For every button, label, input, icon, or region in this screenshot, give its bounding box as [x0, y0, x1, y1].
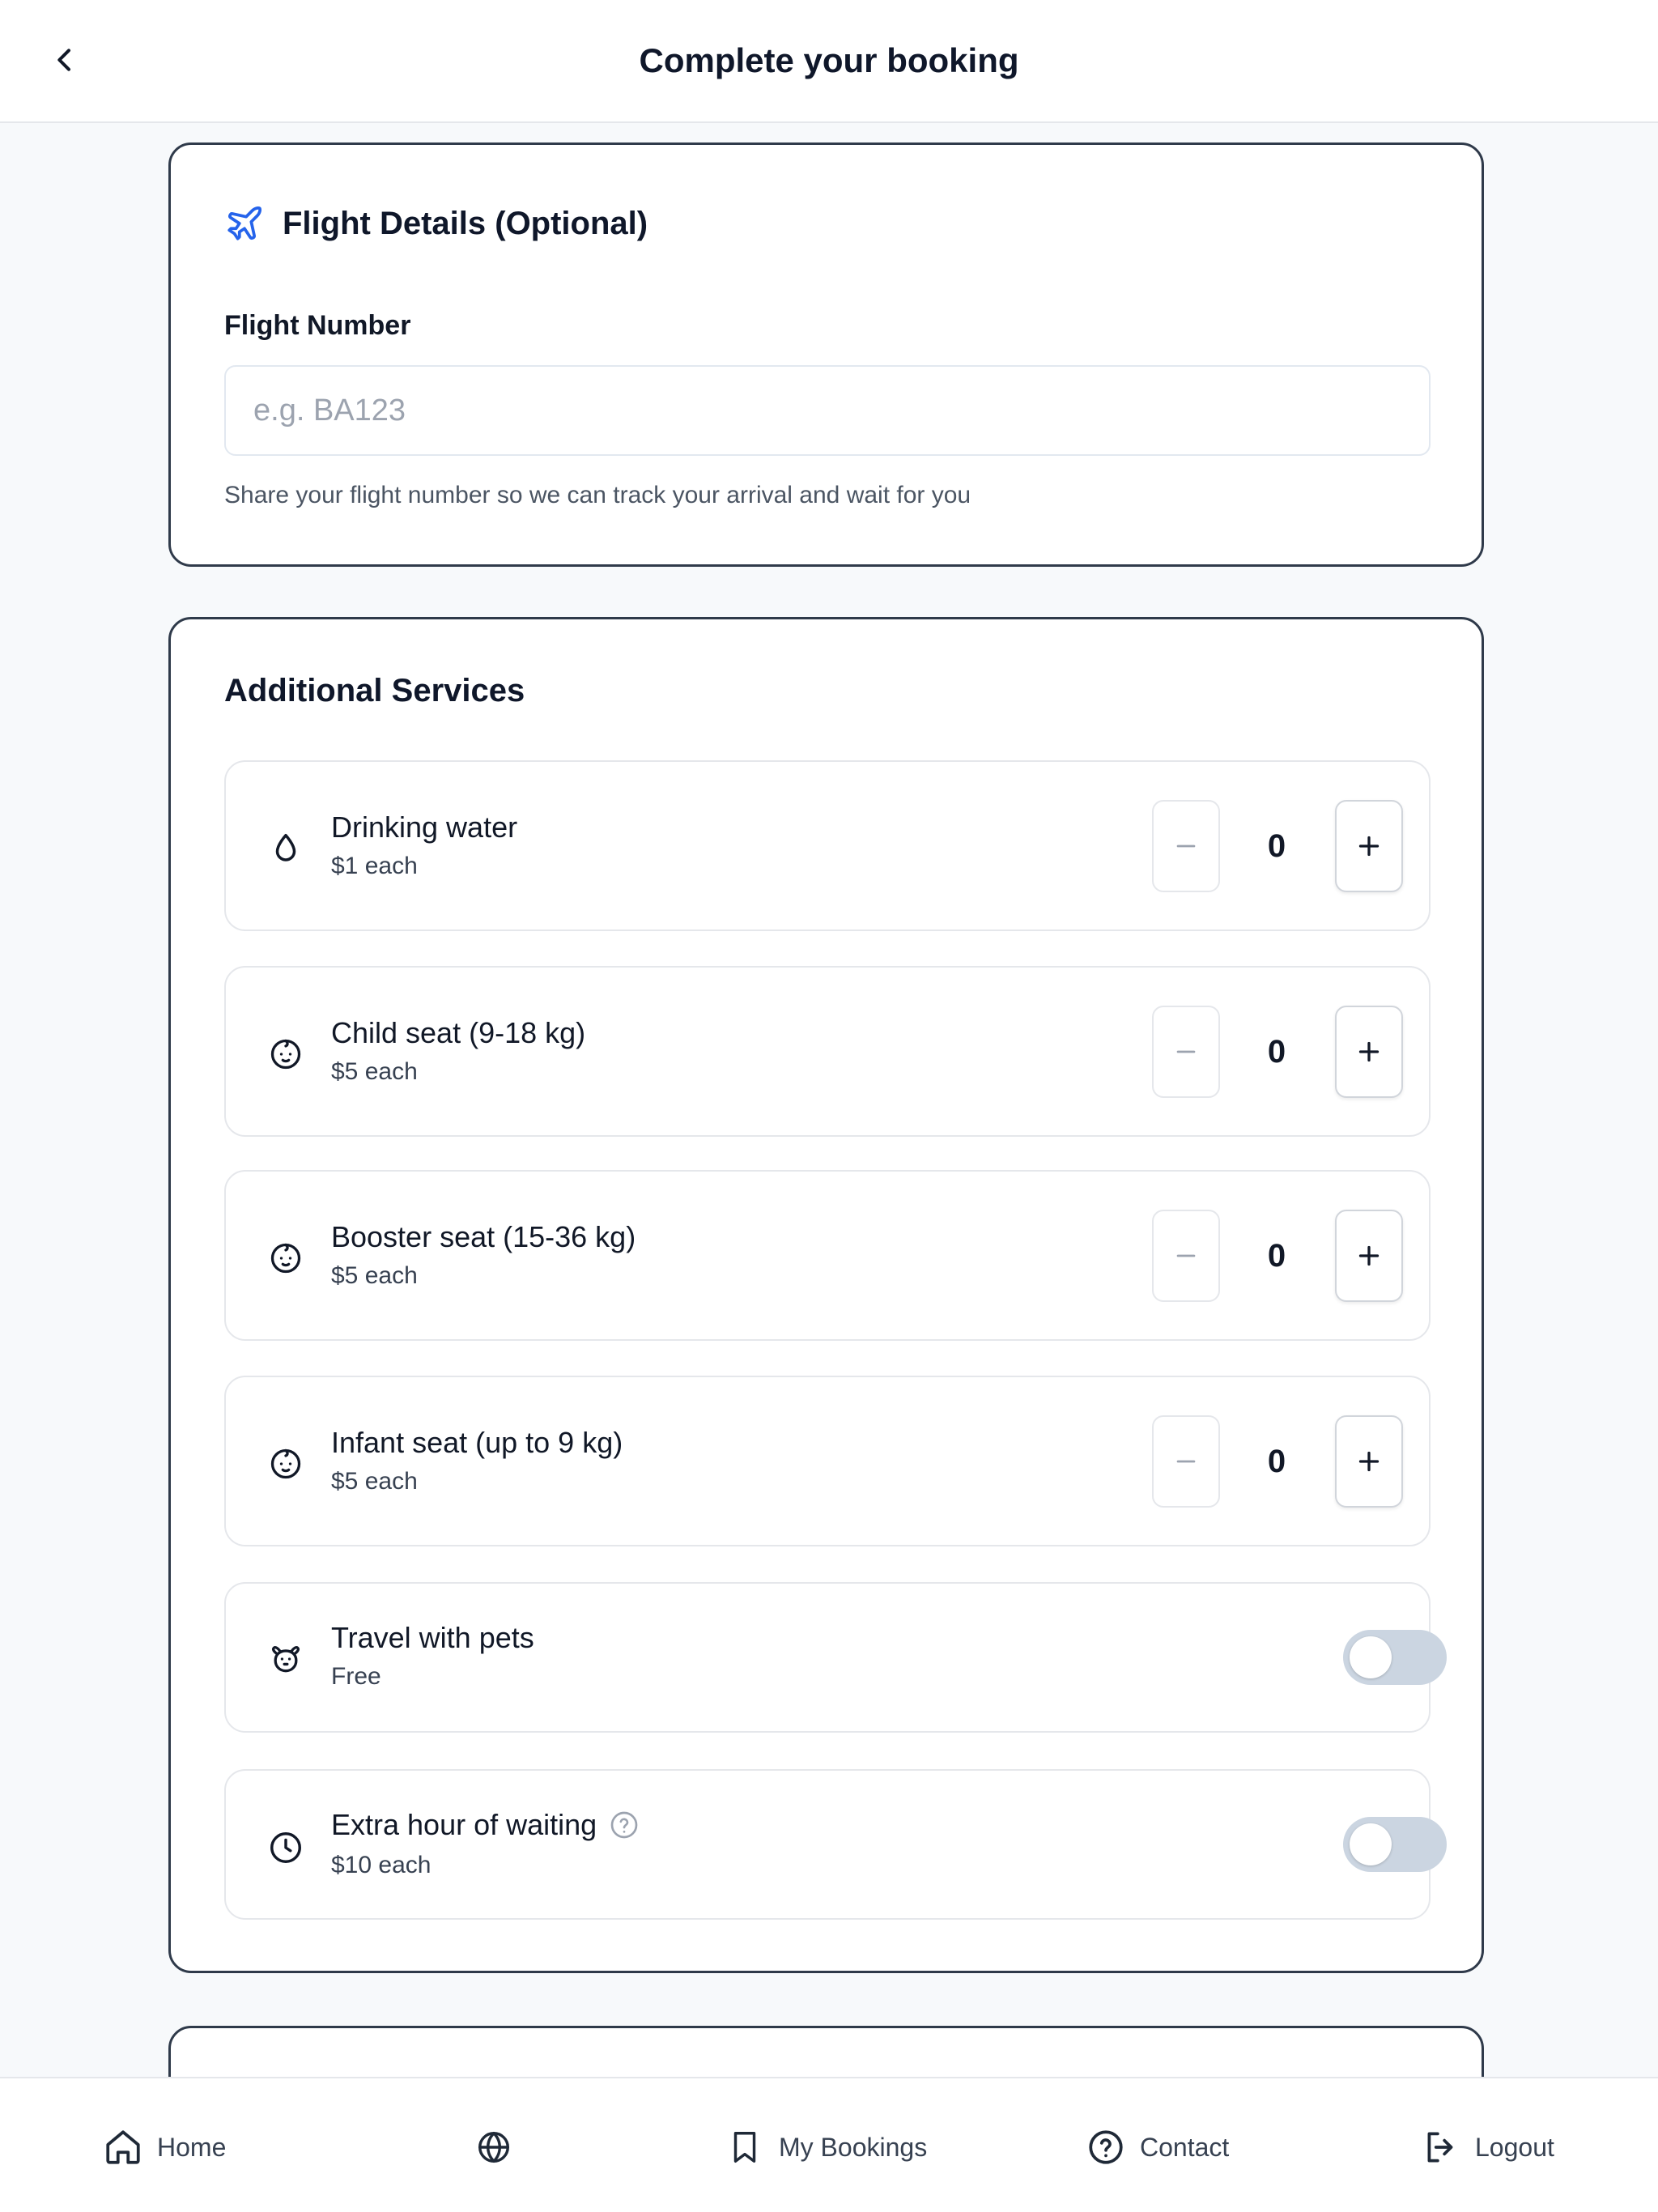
additional-services-title: Additional Services — [224, 673, 525, 708]
service-price: $10 each — [331, 1852, 432, 1878]
nav-my-bookings-label: My Bookings — [779, 2132, 928, 2162]
flight-number-helper: Share your flight number so we can track… — [224, 482, 971, 508]
minus-icon — [1176, 1460, 1196, 1463]
nav-logout-label: Logout — [1475, 2132, 1554, 2162]
nav-my-bookings[interactable]: My Bookings — [722, 2119, 927, 2176]
page-title: Complete your booking — [639, 41, 1019, 79]
minus-icon — [1176, 844, 1196, 848]
service-row-child-seat: Child seat (9-18 kg) $5 each 0 — [224, 966, 1431, 1137]
service-price: $5 each — [331, 1262, 418, 1289]
flight-details-header: Flight Details (Optional) — [224, 203, 648, 244]
nav-contact-label: Contact — [1140, 2132, 1230, 2162]
quantity-value: 0 — [1267, 1034, 1286, 1070]
nav-home[interactable]: Home — [100, 2119, 226, 2176]
nav-logout[interactable]: Logout — [1418, 2119, 1554, 2176]
minus-icon — [1176, 1254, 1196, 1257]
service-row-booster-seat: Booster seat (15-36 kg) $5 each 0 — [224, 1170, 1431, 1341]
service-name: Booster seat (15-36 kg) — [331, 1220, 636, 1253]
top-header: Complete your booking — [0, 0, 1658, 123]
bottom-navigation: Home My Bookings Contact Logout — [0, 2077, 1658, 2212]
droplet-icon — [261, 824, 310, 873]
service-name: Child seat (9-18 kg) — [331, 1016, 586, 1049]
increment-button[interactable] — [1335, 1415, 1403, 1508]
service-name: Drinking water — [331, 810, 518, 844]
pets-toggle[interactable] — [1343, 1630, 1447, 1685]
service-row-travel-with-pets: Travel with pets Free — [224, 1582, 1447, 1733]
globe-icon — [471, 2125, 517, 2170]
nav-language[interactable] — [471, 2119, 517, 2176]
plus-icon — [1358, 836, 1380, 857]
chevron-left-icon — [57, 49, 70, 71]
plus-icon — [1358, 1041, 1380, 1062]
service-price: $5 each — [331, 1058, 418, 1085]
flight-number-input[interactable] — [224, 365, 1431, 456]
bookmark-icon — [722, 2125, 767, 2170]
minus-icon — [1176, 1050, 1196, 1053]
service-price: Free — [331, 1663, 381, 1690]
quantity-value: 0 — [1267, 1444, 1286, 1479]
additional-services-card: Additional Services Drinking water $1 ea… — [168, 617, 1484, 1973]
decrement-button[interactable] — [1152, 1210, 1220, 1302]
extra-hour-toggle[interactable] — [1343, 1817, 1447, 1872]
service-name: Infant seat (up to 9 kg) — [331, 1426, 623, 1459]
service-name: Extra hour of waiting — [331, 1808, 597, 1841]
help-icon[interactable] — [608, 1809, 640, 1841]
clock-icon — [261, 1823, 310, 1872]
service-row-extra-hour-waiting: Extra hour of waiting $10 each — [224, 1769, 1447, 1920]
baby-icon — [261, 1234, 310, 1283]
service-price: $5 each — [331, 1468, 418, 1495]
increment-button[interactable] — [1335, 800, 1403, 892]
decrement-button[interactable] — [1152, 1415, 1220, 1508]
quantity-value: 0 — [1267, 1238, 1286, 1274]
pet-icon — [261, 1635, 310, 1683]
flight-details-card: Flight Details (Optional) Flight Number … — [168, 143, 1484, 567]
service-price: $1 each — [331, 853, 418, 879]
plus-icon — [1358, 1245, 1380, 1266]
baby-icon — [261, 1440, 310, 1488]
service-name-row: Extra hour of waiting — [331, 1808, 640, 1842]
service-name: Travel with pets — [331, 1621, 534, 1654]
increment-button[interactable] — [1335, 1006, 1403, 1098]
increment-button[interactable] — [1335, 1210, 1403, 1302]
toggle-knob — [1350, 1636, 1392, 1678]
nav-home-label: Home — [157, 2132, 227, 2162]
toggle-knob — [1350, 1823, 1392, 1865]
home-icon — [100, 2125, 146, 2170]
flight-details-title: Flight Details (Optional) — [283, 205, 648, 241]
baby-icon — [261, 1030, 310, 1078]
plane-icon — [227, 206, 262, 240]
booking-page: Complete your booking Flight Details (Op… — [0, 0, 1658, 2212]
decrement-button[interactable] — [1152, 1006, 1220, 1098]
help-circle-icon — [1083, 2125, 1129, 2170]
plus-icon — [1358, 1451, 1380, 1472]
nav-contact[interactable]: Contact — [1083, 2119, 1229, 2176]
back-button[interactable] — [40, 36, 89, 84]
service-row-infant-seat: Infant seat (up to 9 kg) $5 each 0 — [224, 1376, 1431, 1546]
quantity-value: 0 — [1267, 828, 1286, 864]
logout-icon — [1418, 2125, 1464, 2170]
service-row-drinking-water: Drinking water $1 each 0 — [224, 760, 1431, 931]
flight-number-label: Flight Number — [224, 310, 411, 341]
decrement-button[interactable] — [1152, 800, 1220, 892]
